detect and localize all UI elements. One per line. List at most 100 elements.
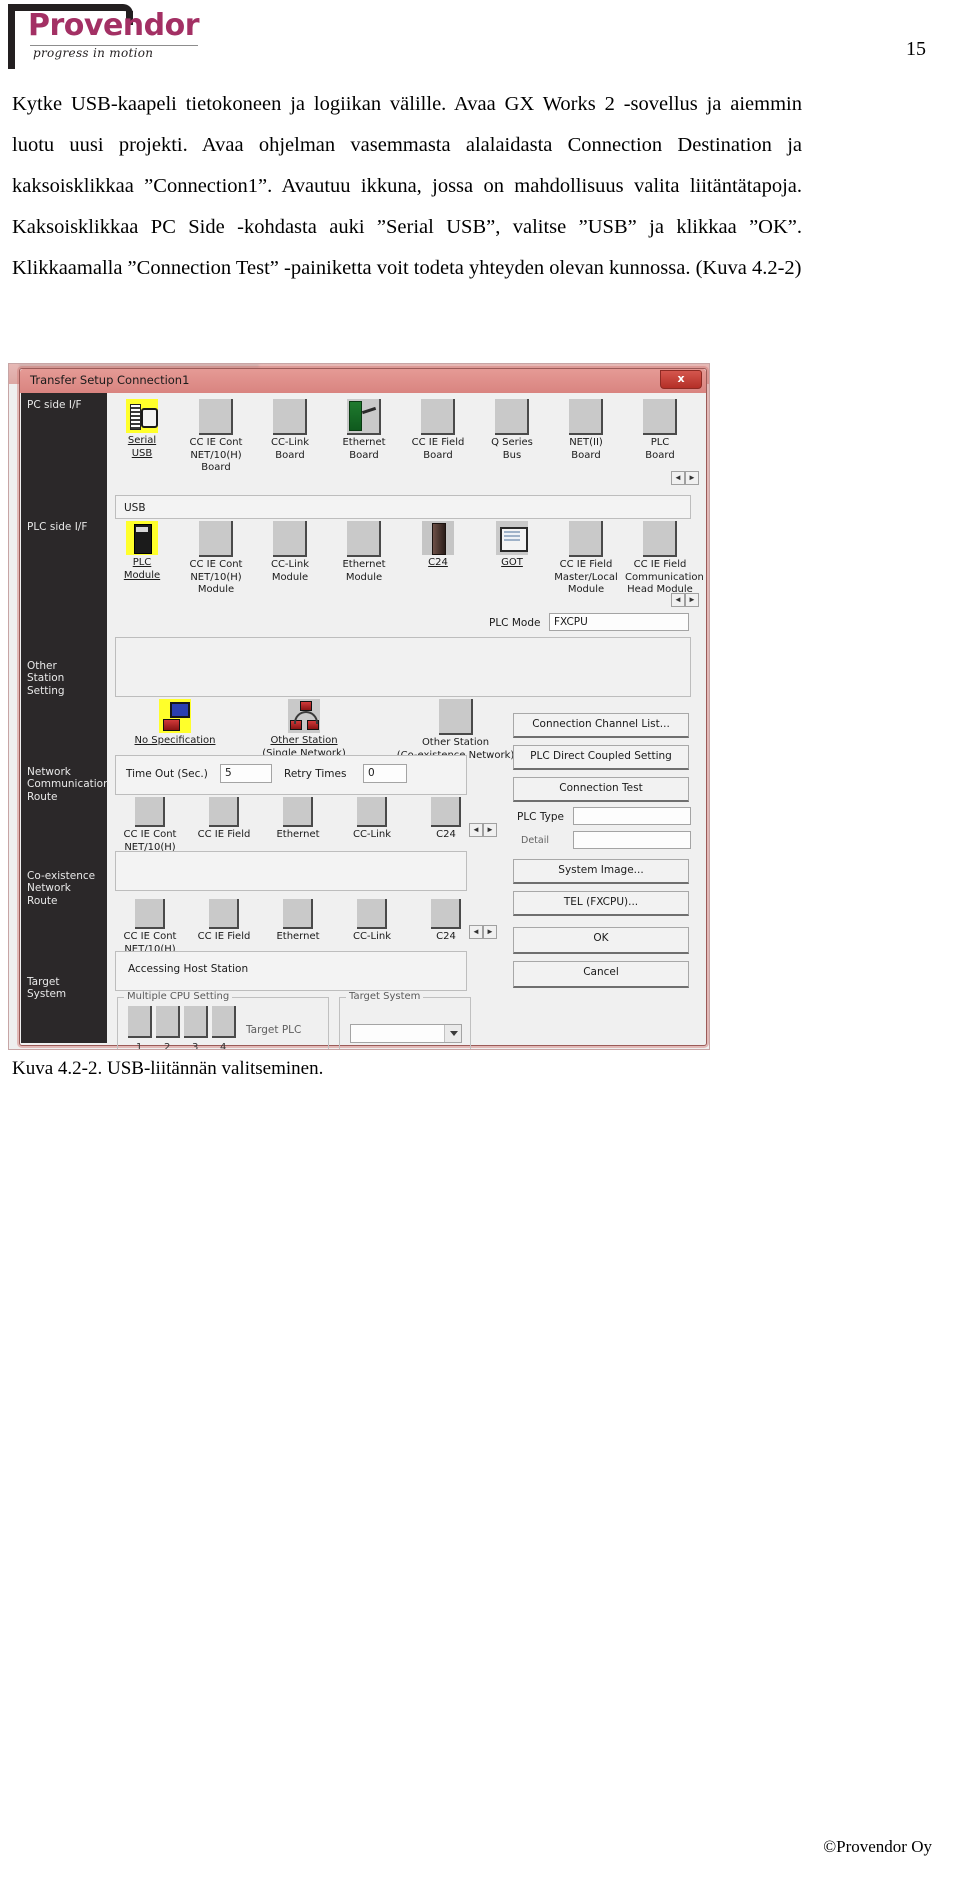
network-route-cc-ie-field[interactable]: CC IE Field: [189, 797, 259, 842]
rail-label-pc-side: PC side I/F: [27, 399, 82, 411]
ok-button[interactable]: OK: [513, 927, 689, 954]
network-route-label: CC IE Field: [197, 829, 251, 840]
pc-item-serial-usb[interactable]: Serial USB: [107, 399, 177, 460]
cpu-slot-4[interactable]: [212, 1006, 236, 1038]
plc-item-c24[interactable]: C24: [403, 521, 473, 570]
timeout-input[interactable]: 5: [220, 764, 272, 783]
target-plc-label: Target PLC: [246, 1024, 302, 1036]
cpu-slot-2[interactable]: [156, 1006, 180, 1038]
plc-item-cc-ie-cont-module[interactable]: CC IE Cont NET/10(H) Module: [181, 521, 251, 597]
pc-item-cc-link-board[interactable]: CC-Link Board: [255, 399, 325, 462]
detail-label: Detail: [521, 835, 549, 846]
tel-fxcpu-button[interactable]: TEL (FXCPU)...: [513, 891, 689, 916]
cpu-number-1: 1: [136, 1042, 143, 1050]
module-icon: [347, 521, 381, 557]
cpu-slot-1[interactable]: [128, 1006, 152, 1038]
serial-usb-icon: [126, 399, 158, 433]
board-icon: [569, 399, 603, 435]
pc-item-q-series-bus[interactable]: Q Series Bus: [477, 399, 547, 462]
coexistence-route-scroll-arrows[interactable]: ◄ ►: [469, 925, 497, 939]
network-route-icon-list: CC IE Cont NET/10(H) CC IE Field Etherne…: [115, 797, 481, 854]
pc-item-cc-ie-cont-board[interactable]: CC IE Cont NET/10(H) Board: [181, 399, 251, 475]
plc-item-label: CC-Link Module: [270, 559, 310, 583]
plc-item-cc-link-module[interactable]: CC-Link Module: [255, 521, 325, 584]
pc-item-cc-ie-field-board[interactable]: CC IE Field Board: [403, 399, 473, 462]
target-system-combo[interactable]: [350, 1024, 462, 1043]
pc-item-net-ii-board[interactable]: NET(II) Board: [551, 399, 621, 462]
network-route-cc-ie-cont[interactable]: CC IE Cont NET/10(H): [115, 797, 185, 854]
plc-item-cc-ie-field-head[interactable]: CC IE Field Communication Head Module: [625, 521, 704, 597]
other-station-single-network[interactable]: Other Station (Single Network): [239, 699, 369, 760]
network-route-cc-link[interactable]: CC-Link: [337, 797, 407, 842]
logo-tagline: progress in motion: [33, 46, 154, 60]
plc-module-icon: [126, 521, 158, 555]
scroll-right-icon[interactable]: ►: [685, 593, 699, 607]
plc-type-label: PLC Type: [517, 811, 564, 823]
pc-item-plc-board[interactable]: PLC Board: [625, 399, 695, 462]
board-icon: [643, 399, 677, 435]
other-station-no-specification[interactable]: No Specification: [115, 699, 235, 748]
scroll-left-icon[interactable]: ◄: [671, 593, 685, 607]
rail-label-target-system: Target System: [27, 975, 67, 1001]
plc-item-ethernet-module[interactable]: Ethernet Module: [329, 521, 399, 584]
plc-type-value[interactable]: [573, 807, 691, 825]
connection-channel-list-button[interactable]: Connection Channel List...: [513, 713, 689, 738]
cancel-button[interactable]: Cancel: [513, 961, 689, 988]
retry-label: Retry Times: [284, 768, 347, 780]
close-icon[interactable]: x: [660, 370, 702, 389]
pc-item-label: CC IE Cont NET/10(H) Board: [189, 437, 243, 473]
timeout-panel: Time Out (Sec.) 5 Retry Times 0: [115, 755, 467, 795]
c24-icon: [422, 521, 454, 555]
plc-side-icon-list: PLC Module CC IE Cont NET/10(H) Module C…: [107, 521, 704, 597]
board-icon: [199, 399, 233, 435]
rail-pc-side: PC side I/F: [21, 393, 107, 515]
target-system-group: Target System: [339, 991, 471, 1049]
network-route-scroll-arrows[interactable]: ◄ ►: [469, 823, 497, 837]
cpu-slot-3[interactable]: [184, 1006, 208, 1038]
pc-item-ethernet-board[interactable]: Ethernet Board: [329, 399, 399, 462]
connection-test-button[interactable]: Connection Test: [513, 777, 689, 802]
plc-side-scroll-arrows[interactable]: ◄ ►: [671, 593, 699, 607]
coexistence-route-cc-ie-cont[interactable]: CC IE Cont NET/10(H): [115, 899, 185, 956]
coexistence-route-ethernet[interactable]: Ethernet: [263, 899, 333, 944]
chevron-down-icon[interactable]: [444, 1025, 461, 1042]
plc-item-label: C24: [428, 557, 448, 568]
plc-direct-coupled-setting-button[interactable]: PLC Direct Coupled Setting: [513, 745, 689, 770]
board-icon: [495, 399, 529, 435]
pc-item-label: NET(II) Board: [569, 437, 603, 461]
figure-caption: Kuva 4.2-2. USB-liitännän valitseminen.: [12, 1058, 324, 1079]
scroll-right-icon[interactable]: ►: [483, 823, 497, 837]
plc-item-got[interactable]: GOT: [477, 521, 547, 570]
page-number: 15: [906, 38, 926, 60]
scroll-right-icon[interactable]: ►: [685, 471, 699, 485]
single-network-icon: [288, 699, 320, 733]
detail-value[interactable]: [573, 831, 691, 849]
rail-other-station: Other Station Setting: [21, 641, 107, 747]
plc-side-detail-panel: [115, 637, 691, 697]
module-icon: [569, 521, 603, 557]
coexistence-route-cc-ie-field[interactable]: CC IE Field: [189, 899, 259, 944]
retry-input[interactable]: 0: [363, 764, 407, 783]
scroll-left-icon[interactable]: ◄: [469, 925, 483, 939]
plc-item-label: PLC Module: [123, 557, 161, 581]
pc-side-value-field[interactable]: USB: [115, 495, 691, 519]
pc-side-row: Serial USB CC IE Cont NET/10(H) Board CC…: [107, 399, 705, 491]
got-icon: [496, 521, 528, 555]
dialog-title-bar[interactable]: Transfer Setup Connection1 x: [20, 369, 706, 393]
coexistence-network-icon: [438, 699, 473, 735]
cpu-number-3: 3: [192, 1042, 199, 1050]
plc-item-plc-module[interactable]: PLC Module: [107, 521, 177, 582]
scroll-right-icon[interactable]: ►: [483, 925, 497, 939]
other-station-icon-list: No Specification Other Station (Single N…: [115, 699, 538, 762]
pc-side-scroll-arrows[interactable]: ◄ ►: [671, 471, 699, 485]
network-route-ethernet[interactable]: Ethernet: [263, 797, 333, 842]
rail-label-coexistence-route: Co-existence Network Route: [27, 869, 96, 907]
plc-item-cc-ie-field-master[interactable]: CC IE Field Master/Local Module: [551, 521, 621, 597]
system-image-button[interactable]: System Image...: [513, 859, 689, 884]
coexistence-route-label: CC-Link: [352, 931, 392, 942]
coexistence-route-cc-link[interactable]: CC-Link: [337, 899, 407, 944]
transfer-setup-dialog: Transfer Setup Connection1 x PC side I/F…: [19, 368, 707, 1049]
plc-mode-value[interactable]: FXCPU: [549, 613, 689, 631]
scroll-left-icon[interactable]: ◄: [671, 471, 685, 485]
scroll-left-icon[interactable]: ◄: [469, 823, 483, 837]
